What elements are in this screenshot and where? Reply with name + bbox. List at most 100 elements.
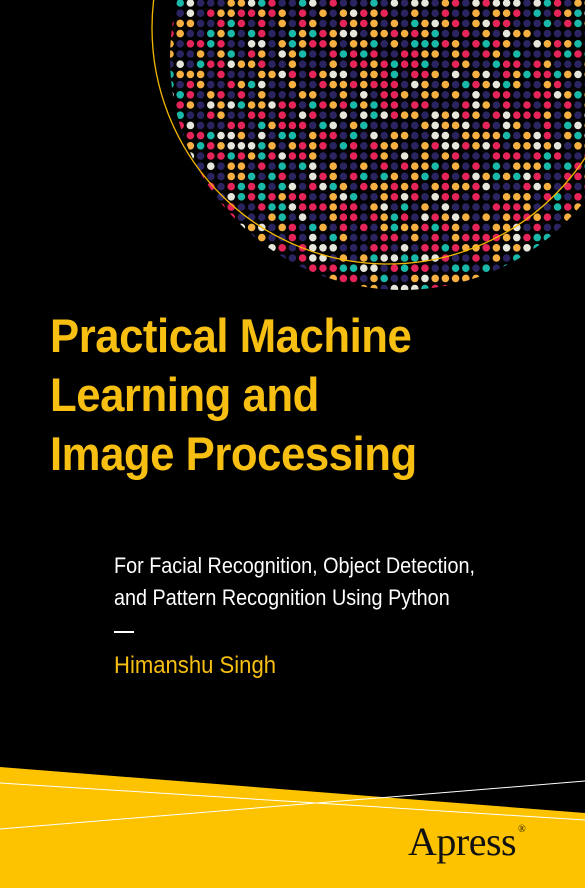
dot (472, 152, 480, 160)
dot (247, 193, 256, 201)
dot (170, 223, 174, 232)
dot (380, 172, 389, 181)
dot (564, 60, 572, 68)
dot (339, 182, 348, 191)
dot (268, 152, 276, 160)
dot (441, 193, 450, 201)
dot (329, 182, 338, 191)
dot (513, 193, 521, 201)
dot (502, 70, 511, 79)
dot (513, 40, 521, 48)
dot (492, 172, 501, 181)
dot (258, 131, 266, 140)
dot (207, 213, 215, 221)
dot (482, 0, 491, 7)
dot (462, 121, 470, 130)
dot (217, 162, 225, 170)
dot (247, 40, 256, 48)
dot (176, 244, 184, 252)
dot (370, 9, 378, 17)
dot (574, 80, 582, 89)
dot (237, 121, 246, 130)
dot (390, 254, 399, 262)
dot (227, 80, 235, 89)
dot (370, 193, 378, 201)
dot (472, 295, 480, 303)
dot (421, 152, 429, 160)
dot (339, 121, 348, 130)
dot (349, 213, 358, 221)
dot (523, 152, 531, 160)
dot (176, 50, 184, 58)
dot (278, 29, 287, 38)
dot (319, 50, 327, 58)
dot (288, 162, 297, 170)
dot (451, 60, 460, 68)
dot (288, 131, 297, 140)
dot (227, 70, 235, 79)
dot (258, 274, 266, 283)
dot (543, 254, 552, 262)
dot (227, 213, 235, 221)
dot (421, 0, 429, 7)
dot (207, 131, 215, 140)
dot (288, 223, 297, 232)
subtitle-line: and Pattern Recognition Using Python (114, 585, 450, 610)
decorative-orbit-line (151, 0, 585, 265)
dot (186, 91, 195, 99)
dot (309, 70, 317, 79)
dot (217, 101, 225, 109)
dot (370, 254, 378, 262)
dot (217, 60, 225, 68)
dot (196, 203, 205, 211)
dot (451, 19, 460, 28)
dot (574, 284, 582, 290)
dot (360, 111, 368, 119)
dot (421, 284, 429, 290)
dot (237, 152, 246, 160)
dot (400, 203, 409, 211)
dot (400, 40, 409, 48)
dot (400, 19, 409, 28)
dot (513, 70, 521, 79)
dot (553, 60, 562, 68)
dot (349, 131, 358, 140)
dot (421, 91, 429, 99)
dot (431, 233, 440, 242)
dot (349, 162, 358, 170)
dot (339, 244, 348, 252)
dot (288, 70, 297, 79)
dot (482, 162, 491, 170)
dot (186, 284, 195, 290)
dot (431, 142, 440, 150)
dot (196, 193, 205, 201)
dot (390, 19, 399, 28)
dot (553, 254, 562, 262)
dot (482, 80, 491, 89)
dot (574, 0, 582, 7)
dot (400, 80, 409, 89)
dot (186, 50, 195, 58)
dot (360, 50, 368, 58)
dot (472, 0, 480, 7)
dot (431, 295, 439, 303)
dot (196, 284, 205, 290)
dot (482, 203, 491, 211)
dot (513, 101, 521, 109)
dot (513, 152, 521, 160)
dot (370, 223, 378, 232)
dot (564, 193, 572, 201)
dot (400, 233, 409, 242)
dot (553, 152, 562, 160)
dot (543, 274, 552, 283)
dot (329, 152, 338, 160)
dot (523, 193, 531, 201)
dot (217, 284, 225, 290)
dot (564, 274, 572, 283)
dot (380, 80, 389, 89)
dot (400, 101, 409, 109)
dot (502, 111, 511, 119)
dot (170, 91, 174, 99)
dot (258, 172, 266, 181)
dot (329, 40, 338, 48)
